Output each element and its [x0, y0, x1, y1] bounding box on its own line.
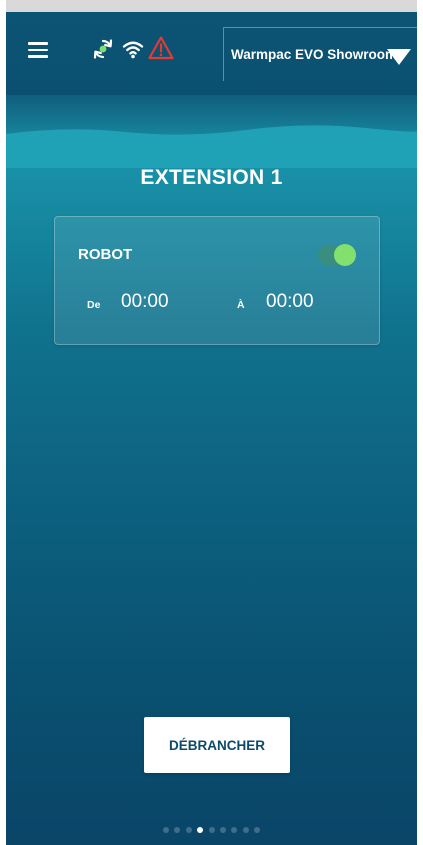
to-time[interactable]: 00:00	[266, 291, 314, 313]
extension-card: ROBOT De 00:00 À 00:00	[54, 216, 380, 345]
wifi-icon	[122, 41, 144, 59]
page-title: EXTENSION 1	[140, 166, 283, 189]
page-dot[interactable]	[208, 827, 215, 833]
top-bar: Warmpac EVO Showroom	[6, 0, 417, 95]
page-dot[interactable]	[197, 827, 204, 833]
to-label: À	[237, 299, 245, 311]
toggle-knob	[334, 244, 356, 266]
wave-decoration	[6, 125, 417, 168]
page-dot[interactable]	[242, 827, 249, 833]
page-dot[interactable]	[254, 827, 260, 833]
page-dot[interactable]	[185, 827, 192, 833]
page-dot[interactable]	[231, 827, 238, 833]
extension-toggle[interactable]	[318, 244, 356, 266]
app-screen: Warmpac EVO Showroom EXTENSION 1 ROBOT D…	[6, 0, 417, 845]
menu-icon[interactable]	[28, 42, 48, 58]
site-selector-label: Warmpac EVO Showroom	[231, 47, 398, 62]
from-label: De	[87, 299, 101, 311]
site-selector[interactable]: Warmpac EVO Showroom	[223, 27, 417, 81]
from-time[interactable]: 00:00	[121, 291, 169, 313]
unplug-button[interactable]: DÉBRANCHER	[144, 717, 290, 773]
page-indicator	[6, 827, 417, 833]
page-dot[interactable]	[163, 827, 169, 833]
page-dot[interactable]	[174, 827, 181, 833]
warning-icon[interactable]	[148, 35, 174, 61]
extension-name: ROBOT	[78, 246, 133, 263]
sync-icon	[93, 39, 113, 59]
chevron-down-icon	[387, 49, 411, 65]
page-dot[interactable]	[219, 827, 226, 833]
